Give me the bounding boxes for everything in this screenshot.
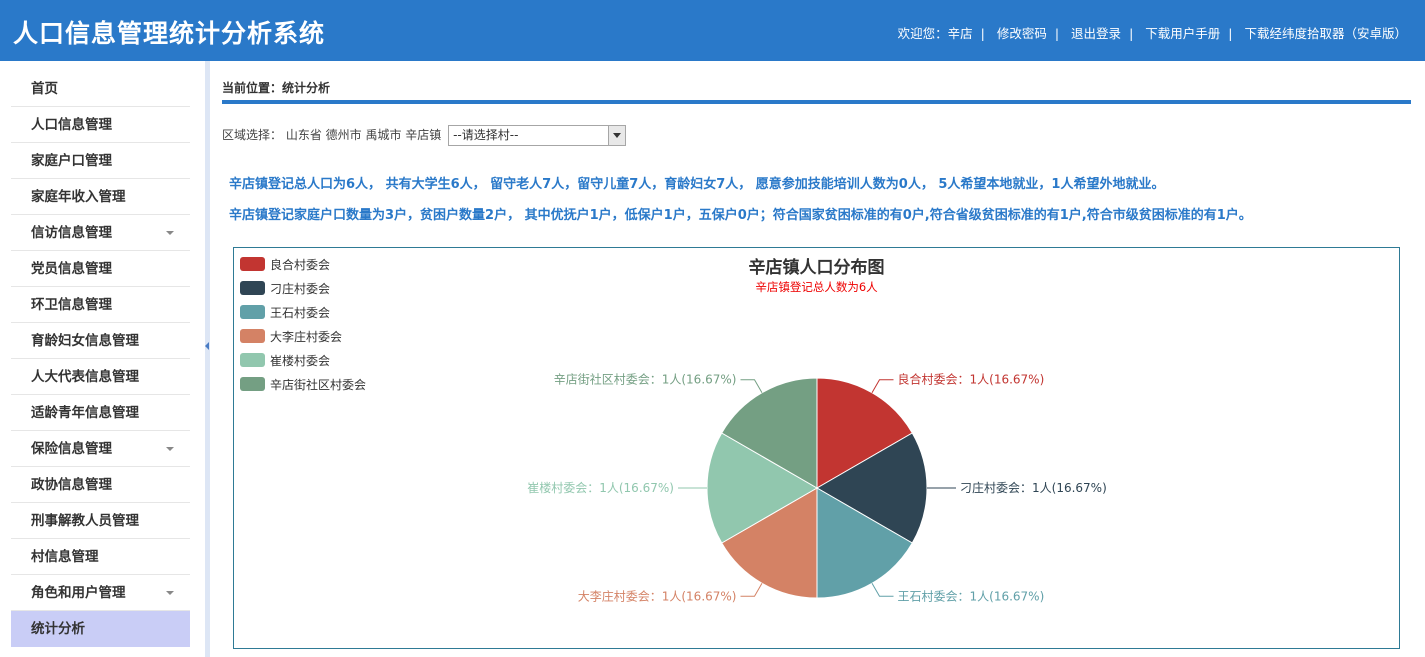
chevron-down-icon [166, 591, 174, 595]
download-coordinate-picker-link[interactable]: 下载经纬度拾取器（安卓版） [1244, 26, 1407, 41]
legend-entry[interactable]: 良合村委会 [240, 252, 366, 276]
download-manual-link[interactable]: 下载用户手册 [1145, 26, 1220, 41]
chevron-down-icon [166, 231, 174, 235]
legend-entry[interactable]: 崔楼村委会 [240, 348, 366, 372]
sidebar-item-label: 信访信息管理 [31, 225, 112, 241]
legend-entry[interactable]: 大李庄村委会 [240, 324, 366, 348]
legend-swatch [240, 305, 265, 319]
sidebar-item-label: 环卫信息管理 [31, 297, 112, 313]
sidebar-item-insurance[interactable]: 保险信息管理 [11, 431, 190, 467]
chevron-down-icon[interactable] [608, 126, 626, 145]
slice-label: 良合村委会：1人(16.67%) [898, 372, 1045, 387]
legend-entry[interactable]: 辛店街社区村委会 [240, 372, 366, 396]
sidebar-item-label: 刑事解教人员管理 [31, 513, 139, 529]
legend-swatch [240, 329, 265, 343]
legend-label: 良合村委会 [270, 257, 331, 272]
sidebar-item-npc[interactable]: 人大代表信息管理 [11, 359, 190, 395]
breadcrumb-divider [222, 100, 1411, 104]
app-header: 人口信息管理统计分析系统 欢迎您：辛店 | 修改密码 | 退出登录 | 下载用户手册 |… [0, 0, 1425, 61]
sidebar-item-youth[interactable]: 适龄青年信息管理 [11, 395, 190, 431]
change-password-link[interactable]: 修改密码 [997, 26, 1047, 41]
region-label: 区域选择： 山东省 德州市 禹城市 辛店镇 [222, 128, 442, 142]
village-select-value: --请选择村-- [453, 128, 519, 142]
welcome-user-link[interactable]: 欢迎您：辛店 [898, 26, 973, 41]
slice-label: 崔楼村委会：1人(16.67%) [527, 480, 674, 495]
chart-subtitle: 辛店镇登记总人数为6人 [755, 280, 878, 294]
sidebar-item-women[interactable]: 育龄妇女信息管理 [11, 323, 190, 359]
sidebar-item-label: 保险信息管理 [31, 441, 112, 457]
slice-label-line [740, 583, 763, 597]
sidebar-item-label: 党员信息管理 [31, 261, 112, 277]
pie-chart-panel: 良合村委会：1人(16.67%) 刁庄村委会：1人(16.67%) 王石村委会：1人… [233, 247, 1400, 649]
sidebar-item-household[interactable]: 家庭户口管理 [11, 143, 190, 179]
sidebar-item-label: 政协信息管理 [31, 477, 112, 493]
sidebar-item-label: 角色和用户管理 [31, 585, 126, 601]
slice-label: 辛店街社区村委会：1人(16.67%) [554, 372, 737, 387]
sidebar-item-label: 统计分析 [31, 621, 85, 637]
sidebar-item-label: 人大代表信息管理 [31, 369, 139, 385]
legend-label: 王石村委会 [270, 305, 331, 320]
collapse-arrow-icon[interactable] [205, 342, 209, 350]
village-select[interactable]: --请选择村-- [448, 125, 627, 146]
slice-label-line [740, 379, 763, 393]
sidebar-item-label: 适龄青年信息管理 [31, 405, 139, 421]
legend-label: 大李庄村委会 [270, 329, 343, 344]
app-title: 人口信息管理统计分析系统 [13, 19, 326, 48]
sidebar-item-party[interactable]: 党员信息管理 [11, 251, 190, 287]
legend-label: 刁庄村委会 [270, 281, 331, 296]
legend-entry[interactable]: 王石村委会 [240, 300, 366, 324]
legend-label: 崔楼村委会 [270, 353, 331, 368]
sidebar-item-population[interactable]: 人口信息管理 [11, 107, 190, 143]
sidebar-item-petition[interactable]: 信访信息管理 [11, 215, 190, 251]
slice-label: 大李庄村委会：1人(16.67%) [578, 588, 737, 603]
legend-swatch [240, 257, 265, 271]
sidebar-item-label: 育龄妇女信息管理 [31, 333, 139, 349]
population-summary: 辛店镇登记总人口为6人， 共有大学生6人， 留守老人7人，留守儿童7人，育龄妇女… [229, 177, 1165, 192]
slice-label-line [871, 379, 894, 393]
header-links: 欢迎您：辛店 | 修改密码 | 退出登录 | 下载用户手册 | 下载经纬度拾取器（安卓版… [897, 26, 1407, 41]
sidebar-item-village[interactable]: 村信息管理 [11, 539, 190, 575]
legend-swatch [240, 281, 265, 295]
slice-label: 刁庄村委会：1人(16.67%) [960, 480, 1107, 495]
sidebar: 首页 人口信息管理 家庭户口管理 家庭年收入管理 信访信息管理 党员信息管理 环… [0, 61, 205, 657]
sidebar-item-label: 村信息管理 [31, 549, 99, 565]
slice-label: 王石村委会：1人(16.67%) [898, 589, 1045, 603]
household-summary: 辛店镇登记家庭户口数量为3户，贫困户数量2户， 其中优抚户1户，低保户1户，五保… [229, 208, 1252, 223]
sidebar-item-released[interactable]: 刑事解教人员管理 [11, 503, 190, 539]
legend-swatch [240, 377, 265, 391]
chevron-down-icon [166, 447, 174, 451]
slice-label-line [871, 583, 894, 597]
sidebar-item-roles[interactable]: 角色和用户管理 [11, 575, 190, 611]
breadcrumb: 当前位置：统计分析 [222, 81, 331, 95]
region-selector: 区域选择： 山东省 德州市 禹城市 辛店镇 --请选择村-- [222, 124, 627, 146]
pie-chart: 良合村委会：1人(16.67%) 刁庄村委会：1人(16.67%) 王石村委会：1人… [527, 372, 1107, 604]
sidebar-item-sanitation[interactable]: 环卫信息管理 [11, 287, 190, 323]
chart-title: 辛店镇人口分布图 [748, 258, 885, 278]
sidebar-item-statistics[interactable]: 统计分析 [11, 611, 190, 647]
logout-link[interactable]: 退出登录 [1071, 26, 1121, 41]
sidebar-item-cppcc[interactable]: 政协信息管理 [11, 467, 190, 503]
sidebar-item-label: 家庭年收入管理 [31, 189, 126, 205]
legend-swatch [240, 353, 265, 367]
sidebar-item-label: 首页 [31, 81, 58, 97]
legend-entry[interactable]: 刁庄村委会 [240, 276, 366, 300]
main-content: 当前位置：统计分析 区域选择： 山东省 德州市 禹城市 辛店镇 --请选择村--… [210, 61, 1425, 657]
sidebar-item-income[interactable]: 家庭年收入管理 [11, 179, 190, 215]
sidebar-item-label: 家庭户口管理 [31, 153, 112, 169]
chart-legend: 良合村委会刁庄村委会王石村委会大李庄村委会 崔楼村委会辛店街社区村委会 [240, 252, 366, 396]
legend-label: 辛店街社区村委会 [270, 377, 367, 392]
sidebar-item-home[interactable]: 首页 [11, 71, 190, 107]
sidebar-item-label: 人口信息管理 [31, 117, 112, 133]
